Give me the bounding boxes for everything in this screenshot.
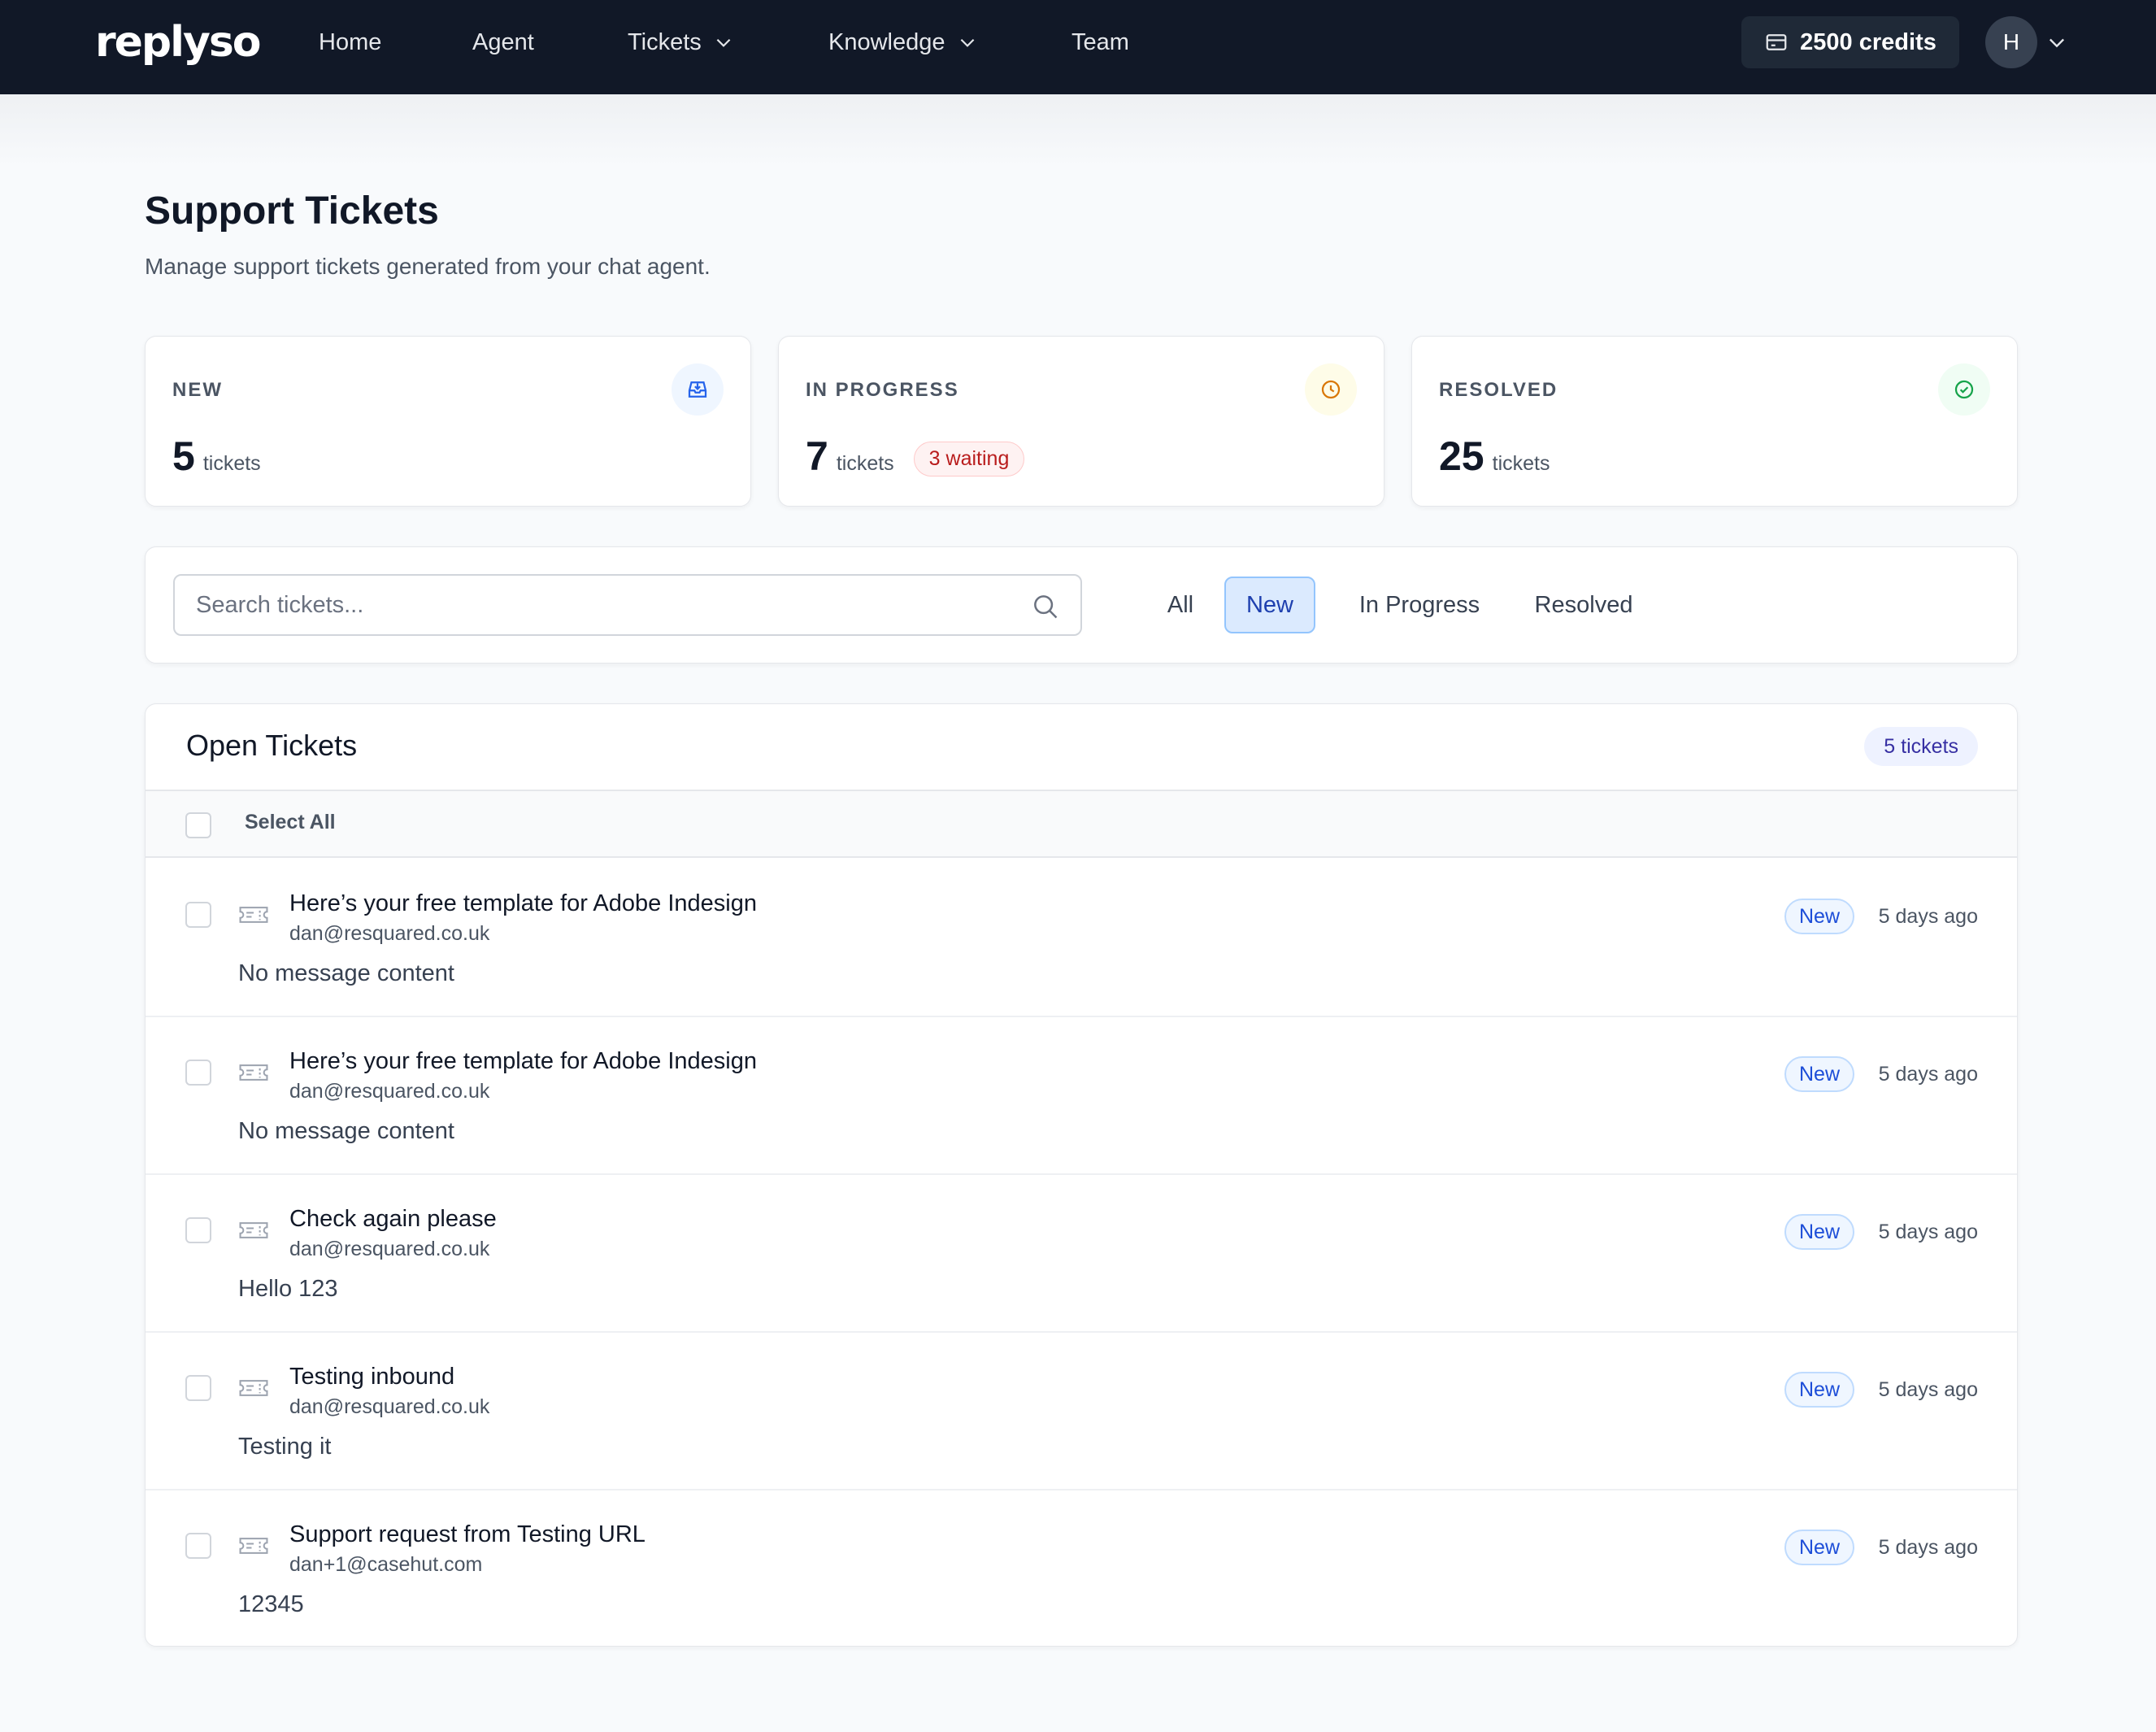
row-checkbox[interactable] xyxy=(185,1375,211,1401)
table-row[interactable]: Here’s your free template for Adobe Inde… xyxy=(146,1017,2017,1175)
row-checkbox[interactable] xyxy=(185,902,211,928)
nav-team-label: Team xyxy=(1071,28,1129,55)
ticket-email: dan@resquared.co.uk xyxy=(289,922,490,945)
status-badge: New xyxy=(1784,1056,1854,1092)
ticket-time: 5 days ago xyxy=(1878,1378,1978,1401)
ticket-message: Testing it xyxy=(238,1434,332,1460)
top-navigation: replyso Home Agent Tickets Knowledge Tea… xyxy=(0,0,2156,94)
chevron-down-icon[interactable] xyxy=(2045,31,2068,54)
status-badge: New xyxy=(1784,1530,1854,1565)
stat-label: IN PROGRESS xyxy=(806,379,959,401)
search-input[interactable] xyxy=(175,576,1080,634)
ticket-time: 5 days ago xyxy=(1878,1536,1978,1559)
ticket-title: Support request from Testing URL xyxy=(289,1521,645,1547)
status-badge: New xyxy=(1784,899,1854,934)
chevron-down-icon xyxy=(960,38,974,47)
filter-bar: All New In Progress Resolved xyxy=(145,546,2018,664)
ticket-time: 5 days ago xyxy=(1878,1221,1978,1243)
ticket-time: 5 days ago xyxy=(1878,905,1978,928)
select-all-row: Select All xyxy=(146,790,2017,858)
check-circle-icon xyxy=(1954,380,1974,399)
credits-label: 2500 credits xyxy=(1800,28,1936,55)
select-all-label: Select All xyxy=(245,811,336,833)
credits-button[interactable]: 2500 credits xyxy=(1741,16,1959,68)
stat-label: NEW xyxy=(172,379,223,401)
row-checkbox[interactable] xyxy=(185,1533,211,1559)
stat-card-new: NEW 5 tickets xyxy=(145,336,751,507)
nav-team[interactable]: Team xyxy=(1071,26,1129,59)
nav-agent-label: Agent xyxy=(472,28,534,55)
stat-number: 5 xyxy=(172,433,195,479)
stat-value: 7 tickets 3 waiting xyxy=(806,433,1025,481)
ticket-email: dan+1@casehut.com xyxy=(289,1553,483,1576)
avatar[interactable]: H xyxy=(1985,16,2037,68)
nav-tickets-label: Tickets xyxy=(628,28,702,55)
nav-knowledge-label: Knowledge xyxy=(828,28,945,55)
ticket-title: Check again please xyxy=(289,1206,497,1232)
table-row[interactable]: Here’s your free template for Adobe Inde… xyxy=(146,859,2017,1017)
inbox-icon xyxy=(688,381,707,398)
select-all-checkbox[interactable] xyxy=(185,812,211,838)
tickets-panel: Open Tickets 5 tickets Select All Here’s… xyxy=(145,703,2018,1647)
stat-label: RESOLVED xyxy=(1439,379,1558,401)
tab-resolved[interactable]: Resolved xyxy=(1518,577,1650,633)
tab-all[interactable]: All xyxy=(1155,577,1206,633)
table-row[interactable]: Testing inbound dan@resquared.co.uk Test… xyxy=(146,1333,2017,1490)
ticket-icon xyxy=(239,1064,268,1081)
nav-agent[interactable]: Agent xyxy=(472,26,534,59)
ticket-message: No message content xyxy=(238,960,454,986)
count-badge: 5 tickets xyxy=(1864,727,1978,766)
ticket-time: 5 days ago xyxy=(1878,1063,1978,1086)
tab-in-progress[interactable]: In Progress xyxy=(1336,577,1503,633)
row-checkbox[interactable] xyxy=(185,1060,211,1086)
credit-card-icon xyxy=(1766,34,1787,50)
ticket-message: No message content xyxy=(238,1118,454,1144)
stat-unit: tickets xyxy=(1492,452,1550,475)
clock-icon xyxy=(1321,380,1341,399)
ticket-message: 12345 xyxy=(238,1591,304,1617)
logo[interactable]: replyso xyxy=(95,18,262,67)
chevron-down-icon xyxy=(716,38,731,47)
stat-unit: tickets xyxy=(836,452,894,475)
nav-tickets[interactable]: Tickets xyxy=(628,26,734,59)
stat-unit: tickets xyxy=(202,452,261,475)
stat-card-resolved: RESOLVED 25 tickets xyxy=(1411,336,2018,507)
status-badge: New xyxy=(1784,1372,1854,1408)
stat-number: 25 xyxy=(1439,433,1484,479)
stat-number: 7 xyxy=(806,433,828,479)
nav-shadow xyxy=(0,94,2156,168)
ticket-email: dan@resquared.co.uk xyxy=(289,1080,490,1103)
table-row[interactable]: Check again please dan@resquared.co.uk H… xyxy=(146,1175,2017,1333)
panel-title: Open Tickets xyxy=(186,729,358,762)
stat-value: 25 tickets xyxy=(1439,433,1550,480)
search-box xyxy=(173,574,1082,636)
ticket-title: Here’s your free template for Adobe Inde… xyxy=(289,1048,757,1074)
nav-home[interactable]: Home xyxy=(319,26,381,59)
stat-card-in-progress: IN PROGRESS 7 tickets 3 waiting xyxy=(778,336,1384,507)
tab-new[interactable]: New xyxy=(1224,577,1315,633)
ticket-message: Hello 123 xyxy=(238,1276,338,1302)
nav-knowledge[interactable]: Knowledge xyxy=(828,26,978,59)
ticket-icon xyxy=(239,1380,268,1396)
ticket-icon xyxy=(239,1538,268,1554)
row-checkbox[interactable] xyxy=(185,1217,211,1243)
table-row[interactable]: Support request from Testing URL dan+1@c… xyxy=(146,1490,2017,1646)
page-subtitle: Manage support tickets generated from yo… xyxy=(145,254,711,279)
ticket-title: Testing inbound xyxy=(289,1364,455,1390)
stat-icon-wrap xyxy=(1938,363,1990,416)
ticket-email: dan@resquared.co.uk xyxy=(289,1238,490,1260)
page-title: Support Tickets xyxy=(145,189,439,233)
stat-icon-wrap xyxy=(672,363,724,416)
nav-home-label: Home xyxy=(319,28,382,55)
ticket-icon xyxy=(239,907,268,923)
ticket-icon xyxy=(239,1222,268,1238)
ticket-title: Here’s your free template for Adobe Inde… xyxy=(289,890,757,916)
stat-value: 5 tickets xyxy=(172,433,261,480)
search-icon[interactable] xyxy=(1030,591,1061,622)
stat-icon-wrap xyxy=(1305,363,1357,416)
status-badge: New xyxy=(1784,1214,1854,1250)
ticket-email: dan@resquared.co.uk xyxy=(289,1395,490,1418)
waiting-badge: 3 waiting xyxy=(913,442,1025,477)
